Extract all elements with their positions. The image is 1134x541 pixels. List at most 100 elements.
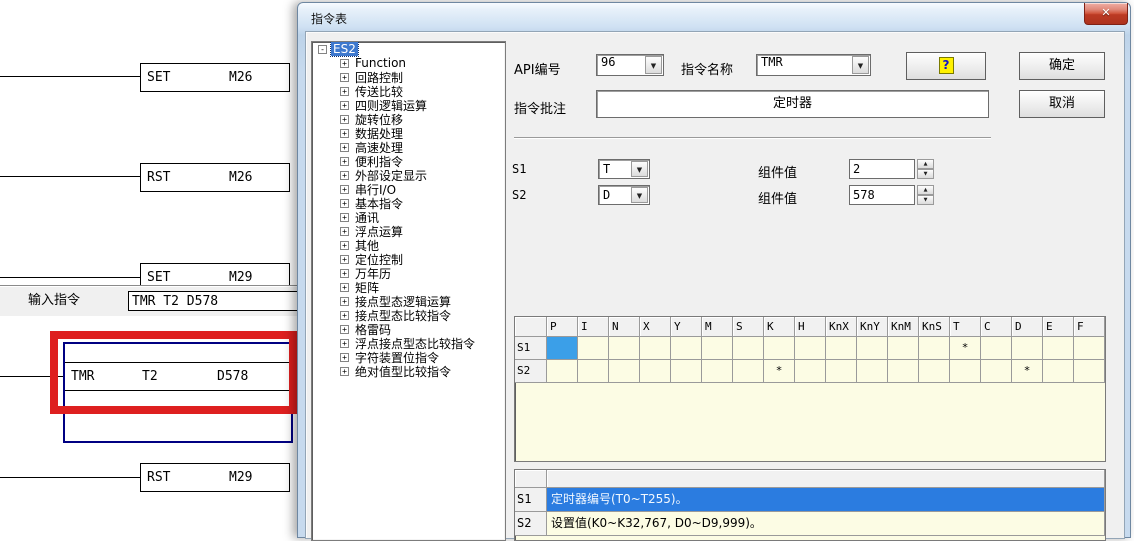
tree-expand-icon[interactable]: + [340, 325, 349, 334]
grid-cell [609, 360, 640, 383]
chevron-down-icon[interactable]: ▼ [631, 187, 648, 203]
operand-s1-value-input[interactable] [849, 159, 915, 179]
operand-s1-type-combobox[interactable]: T ▼ [598, 159, 650, 179]
cancel-button[interactable]: 取消 [1019, 90, 1105, 118]
spinner-up-icon[interactable]: ▲ [917, 159, 934, 169]
tree-expand-icon[interactable]: + [340, 241, 349, 250]
grid-cell [981, 360, 1012, 383]
grid-cell [733, 337, 764, 360]
tree-expand-icon[interactable]: + [340, 199, 349, 208]
tree-expand-icon[interactable]: + [340, 297, 349, 306]
grid-cell [950, 360, 981, 383]
cancel-button-label: 取消 [1049, 96, 1075, 111]
description-text[interactable]: 定时器编号(T0~T255)。 [547, 488, 1105, 512]
tree-item[interactable]: + 绝对值型比较指令 [312, 364, 505, 378]
tree-expand-icon[interactable]: + [340, 143, 349, 152]
description-row[interactable]: S2设置值(K0~K32,767, D0~D9,999)。 [515, 512, 1105, 536]
grid-cell [795, 360, 826, 383]
grid-cell [1074, 337, 1105, 360]
tree-expand-icon[interactable]: + [340, 73, 349, 82]
grid-column-header: N [609, 317, 640, 337]
ladder-instruction-box-set-m26[interactable]: SET M26 [140, 63, 290, 92]
tree-expand-icon[interactable]: + [340, 157, 349, 166]
ladder-instruction-box-rst-m29[interactable]: RST M29 [140, 463, 290, 492]
tree-expand-icon[interactable]: + [340, 171, 349, 180]
grid-column-header: C [981, 317, 1012, 337]
comment-field[interactable]: 定时器 [596, 90, 989, 118]
grid-cell [826, 360, 857, 383]
ladder-instruction-box-rst-m26[interactable]: RST M26 [140, 163, 290, 192]
tree-expand-icon[interactable]: + [340, 59, 349, 68]
tree-expand-icon[interactable]: + [340, 227, 349, 236]
group-divider [514, 137, 991, 139]
tree-item[interactable]: +高速处理 [312, 140, 505, 154]
ok-button[interactable]: 确定 [1019, 52, 1105, 80]
api-number-combobox[interactable]: 96 ▼ [596, 54, 664, 76]
tree-expand-icon[interactable]: + [340, 283, 349, 292]
grid-column-header: KnM [888, 317, 919, 337]
tree-expand-icon[interactable]: + [340, 353, 349, 362]
tree-item[interactable]: +其他 [312, 238, 505, 252]
description-row[interactable]: S1定时器编号(T0~T255)。 [515, 488, 1105, 512]
tree-expand-icon[interactable]: + [340, 213, 349, 222]
grid-column-header: KnX [826, 317, 857, 337]
api-number-value: 96 [601, 55, 615, 69]
tree-collapse-icon[interactable]: - [318, 45, 327, 54]
operand-description-table: S1定时器编号(T0~T255)。S2设置值(K0~K32,767, D0~D9… [514, 469, 1106, 541]
tree-item[interactable]: +万年历 [312, 266, 505, 280]
grid-cell [671, 360, 702, 383]
close-button[interactable]: ✕ [1084, 3, 1128, 25]
description-row-label: S2 [515, 512, 547, 536]
tree-item[interactable]: +四则逻辑运算 [312, 98, 505, 112]
grid-cell [795, 337, 826, 360]
tree-expand-icon[interactable]: + [340, 367, 349, 376]
grid-cell [702, 360, 733, 383]
grid-column-header: E [1043, 317, 1074, 337]
operand-s2-value-input[interactable] [849, 185, 915, 205]
tree-expand-icon[interactable]: + [340, 129, 349, 138]
tree-item[interactable]: +数据处理 [312, 126, 505, 140]
tree-expand-icon[interactable]: + [340, 87, 349, 96]
tree-item[interactable]: +定位控制 [312, 252, 505, 266]
grid-cell [702, 337, 733, 360]
instruction-input-field[interactable] [128, 291, 298, 311]
tree-expand-icon[interactable]: + [340, 115, 349, 124]
spinner-down-icon[interactable]: ▼ [917, 195, 934, 205]
instruction-name-combobox[interactable]: TMR ▼ [756, 54, 871, 76]
help-button[interactable]: ? [906, 52, 986, 80]
instruction-table-dialog: 指令表 ✕ -ES2+Function+回路控制+传送比较+四则逻辑运算+旋转位… [297, 2, 1131, 538]
tree-expand-icon[interactable]: + [340, 185, 349, 194]
grid-column-header: X [640, 317, 671, 337]
dialog-titlebar[interactable] [298, 3, 1078, 29]
chevron-down-icon[interactable]: ▼ [852, 56, 869, 74]
chevron-down-icon[interactable]: ▼ [631, 161, 648, 177]
tree-item[interactable]: +接点型态比较指令 [312, 308, 505, 322]
operand-s2-type-combobox[interactable]: D ▼ [598, 185, 650, 205]
tree-expand-icon[interactable]: + [340, 101, 349, 110]
tree-expand-icon[interactable]: + [340, 255, 349, 264]
operand-s2-value-spinner: ▲ ▼ [849, 185, 935, 205]
tree-item[interactable]: +串行I/O [312, 182, 505, 196]
tree-expand-icon[interactable]: + [340, 339, 349, 348]
tree-expand-icon[interactable]: + [340, 269, 349, 278]
tree-item[interactable]: +浮点运算 [312, 224, 505, 238]
tree-item[interactable]: +旋转位移 [312, 112, 505, 126]
tree-item[interactable]: +Function [312, 56, 505, 70]
tree-item[interactable]: +回路控制 [312, 70, 505, 84]
grid-cell [857, 360, 888, 383]
instruction-mnemonic: RST [147, 464, 170, 491]
grid-cell [578, 360, 609, 383]
spinner-down-icon[interactable]: ▼ [917, 169, 934, 179]
instruction-operand: M26 [229, 164, 252, 191]
description-text[interactable]: 设置值(K0~K32,767, D0~D9,999)。 [547, 512, 1105, 536]
chevron-down-icon[interactable]: ▼ [645, 56, 662, 74]
tree-item[interactable]: +基本指令 [312, 196, 505, 210]
tree-item-root[interactable]: -ES2 [312, 42, 505, 56]
grid-cell [733, 360, 764, 383]
tree-item[interactable]: +通讯 [312, 210, 505, 224]
tree-item-label: 绝对值型比较指令 [353, 363, 453, 380]
spinner-up-icon[interactable]: ▲ [917, 185, 934, 195]
tree-item[interactable]: +外部设定显示 [312, 168, 505, 182]
tree-expand-icon[interactable]: + [340, 311, 349, 320]
ok-button-label: 确定 [1049, 58, 1075, 73]
